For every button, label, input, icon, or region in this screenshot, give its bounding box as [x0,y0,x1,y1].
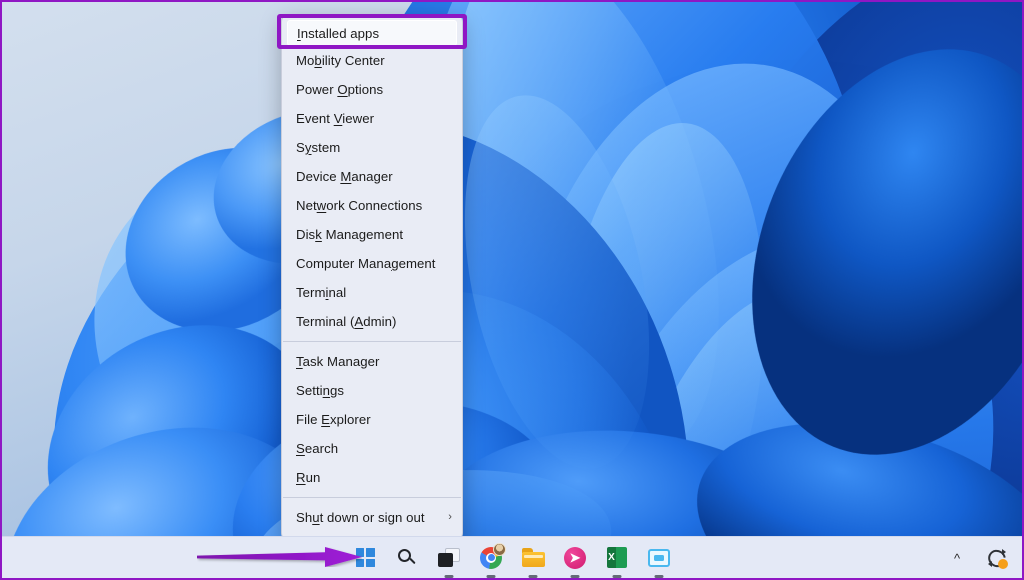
blue-window-icon [648,549,670,567]
update-badge-dot [998,559,1008,569]
chevron-up-icon: ^ [954,552,960,565]
menu-item-run[interactable]: Run [282,463,462,492]
menu-item-system[interactable]: System [282,133,462,162]
chrome-button[interactable] [476,543,506,573]
desktop-wallpaper [2,2,1022,578]
menu-item-disk-management[interactable]: Disk Management [282,220,462,249]
pink-circle-icon: ➤ [564,547,586,569]
menu-item-label: Search [296,441,338,456]
excel-button[interactable]: X [602,543,632,573]
menu-item-label: File Explorer [296,412,371,427]
menu-item-task-manager[interactable]: Task Manager [282,347,462,376]
chevron-right-icon: › [448,512,452,523]
menu-item-terminal[interactable]: Terminal [282,278,462,307]
running-indicator [655,575,664,578]
running-indicator [445,575,454,578]
sync-icon [987,549,1007,568]
search-button[interactable] [392,543,422,573]
windows-update-button[interactable] [982,543,1012,573]
menu-item-label: Terminal (Admin) [296,314,396,329]
taskbar-center-group: ➤X [350,543,674,573]
menu-item-device-manager[interactable]: Device Manager [282,162,462,191]
menu-item-label: Power Options [296,82,383,97]
menu-item-mobility-center[interactable]: Mobility Center [282,46,462,75]
windows-logo-icon [356,548,375,567]
menu-item-label: Terminal [296,285,346,300]
menu-item-label: Network Connections [296,198,422,213]
menu-item-label: Disk Management [296,227,403,242]
running-indicator [571,575,580,578]
profile-avatar [493,543,506,556]
menu-item-label: System [296,140,340,155]
running-indicator [487,575,496,578]
chrome-icon [480,547,502,569]
pink-app-button[interactable]: ➤ [560,543,590,573]
taskbar[interactable]: ➤X ^ [2,536,1022,578]
winx-context-menu[interactable]: Installed apps Mobility Center Power Optio… [281,14,463,541]
blue-app-button[interactable] [644,543,674,573]
running-indicator [613,575,622,578]
menu-item-label: Computer Management [296,256,436,271]
menu-item-installed-apps[interactable]: Installed apps [287,20,457,46]
taskbar-system-tray[interactable]: ^ [942,537,1012,579]
menu-item-label: Shut down or sign out [296,510,425,525]
windows-desktop: Installed apps Mobility Center Power Optio… [0,0,1024,580]
menu-item-label: Settings [296,383,344,398]
file-explorer-button[interactable] [518,543,548,573]
menu-separator [283,341,461,342]
menu-item-search[interactable]: Search [282,434,462,463]
menu-item-settings[interactable]: Settings [282,376,462,405]
menu-item-label: Run [296,470,320,485]
menu-item-file-explorer[interactable]: File Explorer [282,405,462,434]
menu-item-network-connections[interactable]: Network Connections [282,191,462,220]
menu-item-computer-management[interactable]: Computer Management [282,249,462,278]
menu-item-label: Event Viewer [296,111,374,126]
menu-item-label: Mobility Center [296,53,385,68]
running-indicator [529,575,538,578]
menu-item-label: Task Manager [296,354,379,369]
task-view-button[interactable] [434,543,464,573]
menu-item-power-options[interactable]: Power Options [282,75,462,104]
show-hidden-icons-button[interactable]: ^ [942,543,972,573]
search-icon [397,548,417,568]
menu-item-shut-down-or-sign-out[interactable]: Shut down or sign out › [282,503,462,532]
menu-separator [283,497,461,498]
task-view-icon [438,548,460,567]
start-button[interactable] [350,543,380,573]
folder-icon [522,548,545,567]
menu-item-event-viewer[interactable]: Event Viewer [282,104,462,133]
menu-item-terminal-admin[interactable]: Terminal (Admin) [282,307,462,336]
menu-item-label: Installed apps [297,26,379,41]
excel-icon: X [607,547,627,568]
menu-item-label: Device Manager [296,169,393,184]
